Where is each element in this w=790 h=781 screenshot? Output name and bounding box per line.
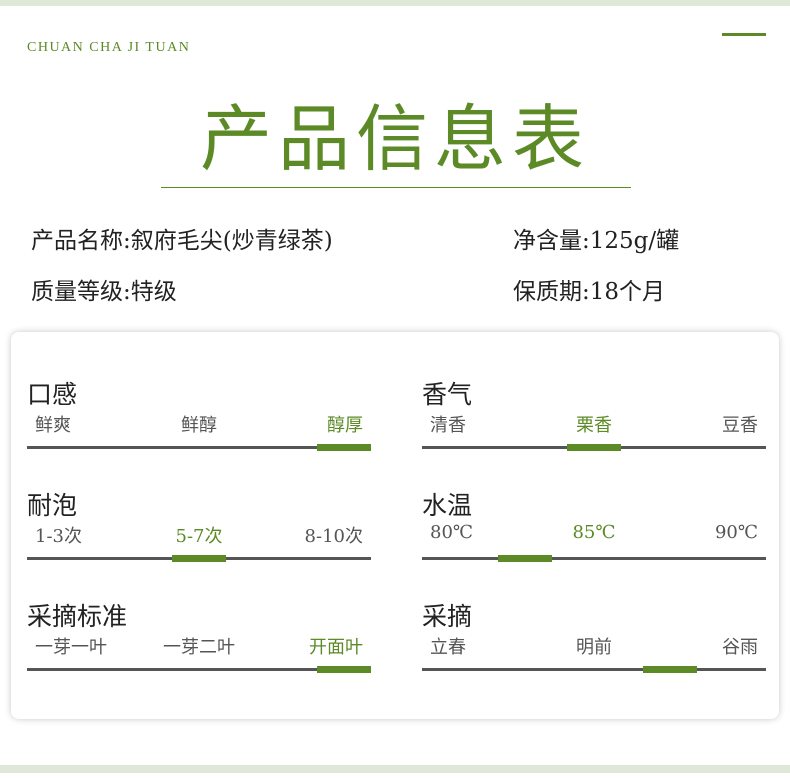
scale-option: 鲜爽	[35, 415, 71, 436]
attribute-scale: 一芽一叶 一芽二叶 开面叶	[27, 633, 371, 673]
attribute-label: 采摘标准	[27, 602, 128, 631]
attribute-scale: 1-3次 5-7次 8-10次	[27, 522, 371, 562]
scale-option: 5-7次	[175, 526, 223, 547]
scale-option: 一芽二叶	[163, 637, 235, 658]
scale-option: 一芽一叶	[35, 637, 107, 658]
attribute-label: 香气	[422, 380, 473, 409]
net-weight: 净含量:125g/罐	[513, 228, 680, 254]
brand-text: CHUAN CHA JI TUAN	[27, 40, 191, 55]
scale-option: 85℃	[572, 522, 616, 543]
scale-option: 明前	[576, 637, 612, 658]
attribute-scale: 鲜爽 鲜醇 醇厚	[27, 411, 371, 451]
scale-option: 醇厚	[327, 415, 363, 436]
scale-option: 立春	[430, 637, 466, 658]
attribute-scale: 80℃ 85℃ 90℃	[422, 522, 766, 562]
attributes-card: 口感 鲜爽 鲜醇 醇厚 香气 清香 栗香 豆香 耐泡 1-3次 5-7次 8-1…	[11, 332, 779, 719]
shelf-life: 保质期:18个月	[513, 279, 666, 305]
scale-option: 豆香	[722, 415, 758, 436]
scale-option: 开面叶	[309, 637, 363, 658]
scale-option: 鲜醇	[181, 415, 217, 436]
scale-marker	[172, 555, 226, 562]
scale-option: 8-10次	[304, 526, 363, 547]
top-stripe	[0, 0, 790, 6]
scale-marker	[642, 666, 697, 673]
scale-option: 90℃	[714, 522, 758, 543]
product-name: 产品名称:叙府毛尖(炒青绿茶)	[31, 228, 333, 254]
attribute-scale: 清香 栗香 豆香	[422, 411, 766, 451]
scale-line	[422, 557, 766, 560]
scale-line	[422, 668, 766, 671]
scale-option: 清香	[430, 415, 466, 436]
attribute-label: 耐泡	[27, 491, 78, 520]
attribute-label: 水温	[422, 491, 473, 520]
quality-grade: 质量等级:特级	[31, 279, 177, 305]
attribute-scale: 立春 明前 谷雨	[422, 633, 766, 673]
scale-option: 谷雨	[722, 637, 758, 658]
scale-marker	[498, 555, 553, 562]
scale-option: 栗香	[576, 415, 612, 436]
scale-option: 1-3次	[35, 526, 82, 547]
page-title: 产品信息表	[199, 97, 590, 181]
attribute-label: 口感	[27, 380, 78, 409]
scale-marker	[317, 444, 371, 451]
scale-option: 80℃	[430, 522, 474, 543]
bottom-stripe	[0, 765, 790, 773]
scale-marker	[567, 444, 621, 451]
title-underline	[161, 187, 631, 188]
brand-dash	[722, 33, 766, 36]
attribute-label: 采摘	[422, 602, 473, 631]
scale-marker	[317, 666, 371, 673]
